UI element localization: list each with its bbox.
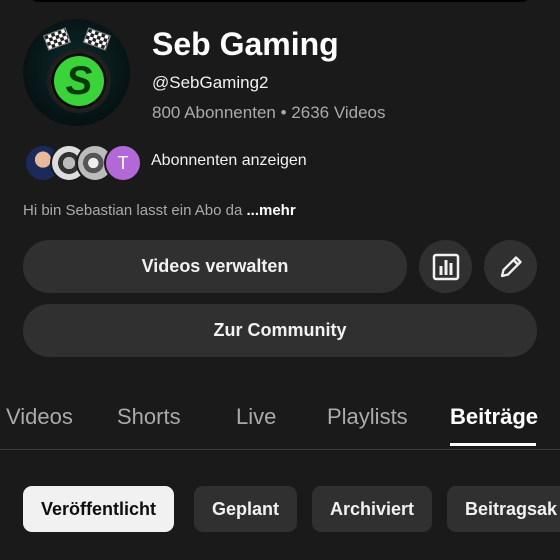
stats-separator: • — [280, 103, 287, 122]
tabs-divider — [0, 449, 560, 450]
top-status-bar — [30, 0, 530, 2]
chip-published[interactable]: Veröffentlicht — [23, 486, 175, 532]
community-button[interactable]: Zur Community — [23, 304, 537, 357]
analytics-icon — [432, 253, 459, 280]
checkered-flag-icon — [42, 27, 72, 51]
active-tab-indicator — [450, 443, 536, 446]
more-link[interactable]: ...mehr — [246, 202, 295, 219]
edit-channel-button[interactable] — [484, 240, 537, 293]
analytics-button[interactable] — [419, 240, 472, 293]
tab-posts[interactable]: Beiträge — [450, 404, 538, 430]
tab-shorts[interactable]: Shorts — [117, 404, 181, 430]
video-count: 2636 Videos — [291, 103, 386, 122]
subscriber-avatars[interactable]: T — [24, 144, 142, 182]
channel-tabs: Videos Shorts Live Playlists Beiträge — [0, 398, 560, 448]
subscriber-count: 800 Abonnenten — [152, 103, 276, 122]
chip-archived[interactable]: Archiviert — [312, 486, 433, 532]
tab-playlists[interactable]: Playlists — [327, 404, 408, 430]
description-text: Hi bin Sebastian lasst ein Abo da — [23, 202, 247, 219]
chip-scheduled[interactable]: Geplant — [194, 486, 298, 532]
pencil-icon — [500, 255, 522, 277]
tab-videos[interactable]: Videos — [6, 404, 73, 430]
tab-live[interactable]: Live — [236, 404, 276, 430]
channel-avatar[interactable]: S — [23, 19, 130, 126]
s-logo-icon: S — [47, 49, 111, 113]
chip-post-actions[interactable]: Beitragsak — [447, 486, 560, 532]
manage-videos-button[interactable]: Videos verwalten — [23, 240, 407, 293]
channel-handle: @SebGaming2 — [152, 73, 269, 92]
checkered-flag-icon — [82, 27, 112, 51]
subscriber-avatar: T — [104, 144, 142, 182]
channel-stats: 800 Abonnenten • 2636 Videos — [152, 103, 386, 123]
view-subscribers-link[interactable]: Abonnenten anzeigen — [151, 152, 307, 170]
channel-description[interactable]: Hi bin Sebastian lasst ein Abo da ...meh… — [23, 202, 296, 219]
channel-name: Seb Gaming — [152, 26, 339, 62]
